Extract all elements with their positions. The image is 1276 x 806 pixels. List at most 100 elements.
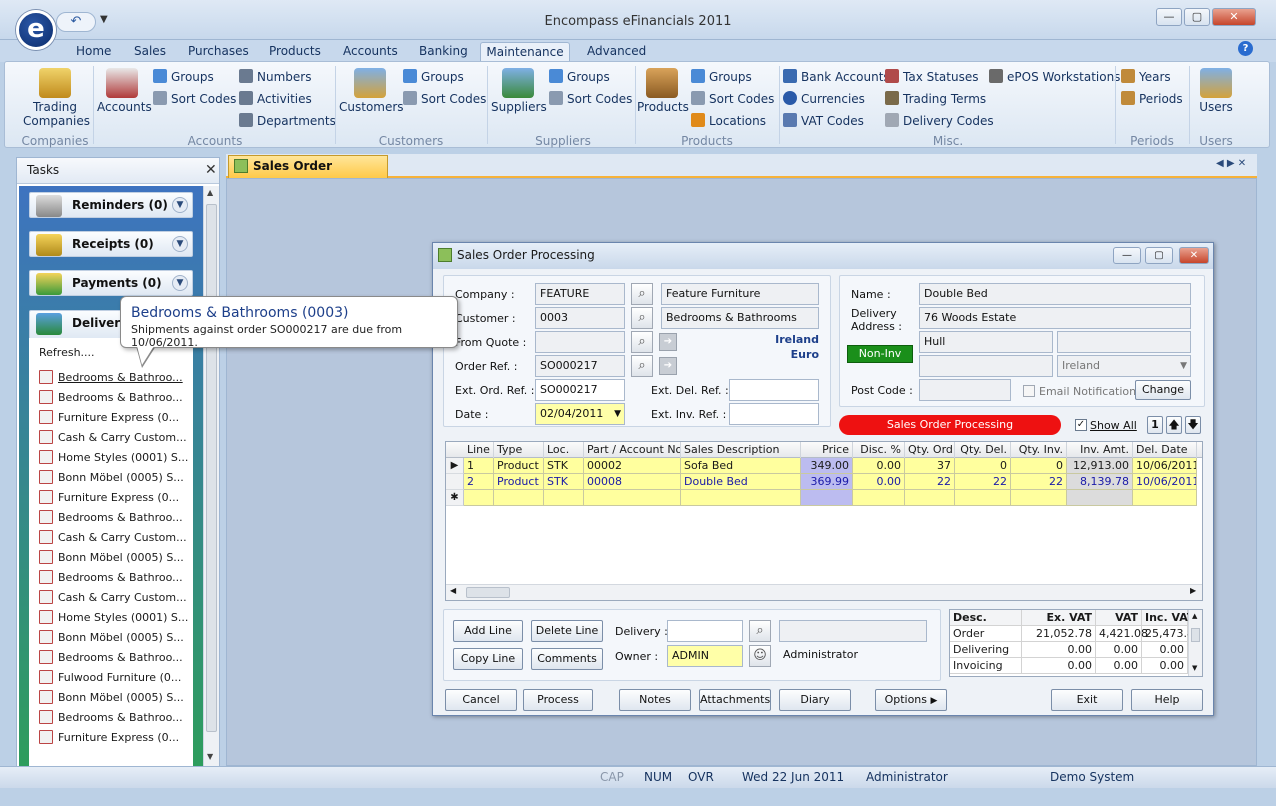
line-number-button[interactable]: 1 [1147,416,1163,434]
supplier-sort-codes-button[interactable]: Sort Codes [549,90,632,108]
scroll-down-icon[interactable]: ▼ [207,752,213,761]
receipts-header[interactable]: Receipts (0) ▼ [29,231,193,257]
chevron-down-icon[interactable]: ▼ [1180,356,1187,376]
payments-header[interactable]: Payments (0) ▼ [29,270,193,296]
tab-sales-order-processing[interactable]: Sales Order Processing [228,155,388,194]
customer-sort-codes-button[interactable]: Sort Codes [403,90,486,108]
cell-qty-invoiced[interactable] [1011,490,1067,506]
cell-invoice-amount[interactable] [1067,490,1133,506]
diary-button[interactable]: Diary [779,689,851,711]
cell-qty-delivered[interactable]: 22 [955,474,1011,490]
notes-button[interactable]: Notes [619,689,691,711]
cell-qty-ordered[interactable]: 22 [905,474,955,490]
scroll-left-icon[interactable]: ◀ [450,586,456,595]
chevron-down-icon[interactable]: ▼ [172,197,188,213]
column-header-qty-invoiced[interactable]: Qty. Inv. [1011,442,1067,458]
delivery-item[interactable]: Cash & Carry Custom... [39,528,191,548]
address-line-3-field[interactable] [1057,331,1191,353]
ext-del-ref-field[interactable] [729,379,819,401]
exit-button[interactable]: Exit [1051,689,1123,711]
cell-line[interactable]: 1 [464,458,494,474]
email-notification-checkbox[interactable] [1023,385,1035,397]
tab-products[interactable]: Products [265,42,325,62]
help-icon[interactable]: ? [1238,41,1253,56]
copy-line-button[interactable]: Copy Line [453,648,523,670]
row-selector[interactable]: ✱ [446,490,464,506]
chevron-down-icon[interactable]: ▼ [172,275,188,291]
ext-inv-ref-field[interactable] [729,403,819,425]
column-header-delivery-date[interactable]: Del. Date [1133,442,1197,458]
vat-codes-button[interactable]: VAT Codes [783,112,864,130]
row-selector[interactable] [446,474,464,490]
tab-accounts[interactable]: Accounts [339,42,402,62]
bank-accounts-button[interactable]: Bank Accounts [783,68,890,86]
refresh-link[interactable]: Refresh.... [39,346,95,359]
totals-scroll-thumb[interactable] [1191,628,1200,642]
address-line-1-field[interactable]: 76 Woods Estate [919,307,1191,329]
cell-price[interactable]: 369.99 [801,474,853,490]
delivery-item[interactable]: Bedrooms & Bathroo... [39,648,191,668]
delivery-lookup-icon[interactable]: ⌕ [749,620,771,642]
column-header-type[interactable]: Type [494,442,544,458]
sop-maximize-button[interactable]: ▢ [1145,247,1173,264]
cell-location[interactable] [544,490,584,506]
account-groups-button[interactable]: Groups [153,68,214,86]
product-sort-codes-button[interactable]: Sort Codes [691,90,774,108]
cell-part-account-no[interactable]: 00008 [584,474,681,490]
cell-line[interactable]: 2 [464,474,494,490]
close-button[interactable]: ✕ [1212,8,1256,26]
suppliers-button[interactable]: Suppliers [491,68,547,114]
date-field[interactable]: 02/04/2011 ▼ [535,403,625,425]
tab-sales[interactable]: Sales [130,42,170,62]
change-button[interactable]: Change [1135,380,1191,400]
move-down-icon[interactable]: 🡇 [1185,416,1201,434]
tasks-close-icon[interactable]: ✕ [205,158,217,182]
column-header-part-account-no[interactable]: Part / Account No. [584,442,681,458]
delivery-item[interactable]: Bedrooms & Bathroo... [39,368,191,388]
epos-workstations-button[interactable]: ePOS Workstations [989,68,1120,86]
new-row[interactable]: ✱ [446,490,1202,506]
post-code-field[interactable] [919,379,1011,401]
name-field[interactable]: Double Bed [919,283,1191,305]
users-button[interactable]: Users [1193,68,1239,114]
locations-button[interactable]: Locations [691,112,766,130]
cell-qty-delivered[interactable] [955,490,1011,506]
tax-statuses-button[interactable]: Tax Statuses [885,68,979,86]
trading-terms-button[interactable]: Trading Terms [885,90,986,108]
cell-price[interactable]: 349.00 [801,458,853,474]
cell-qty-ordered[interactable] [905,490,955,506]
tab-home[interactable]: Home [72,42,115,62]
cell-invoice-amount[interactable]: 12,913.00 [1067,458,1133,474]
delivery-item[interactable]: Fulwood Furniture (0... [39,668,191,688]
cell-line[interactable] [464,490,494,506]
comments-button[interactable]: Comments [531,648,603,670]
row-selector[interactable]: ▶ [446,458,464,474]
from-quote-field[interactable] [535,331,625,353]
company-lookup-icon[interactable]: ⌕ [631,283,653,305]
maximize-button[interactable]: ▢ [1184,8,1210,26]
column-header-location[interactable]: Loc. [544,442,584,458]
customers-button[interactable]: Customers [339,68,404,114]
delivery-item[interactable]: Home Styles (0001) S... [39,448,191,468]
delivery-item[interactable]: Cash & Carry Custom... [39,428,191,448]
tab-scroll-arrows[interactable]: ◀ ▶ ✕ [1216,158,1246,169]
delivery-item[interactable]: Bonn Möbel (0005) S... [39,468,191,488]
cell-sales-description[interactable] [681,490,801,506]
cell-price[interactable] [801,490,853,506]
scroll-up-icon[interactable]: ▲ [207,188,213,197]
app-logo-icon[interactable]: e [16,10,56,50]
product-groups-button[interactable]: Groups [691,68,752,86]
show-all-checkbox[interactable]: ✓ [1075,419,1087,431]
cell-qty-invoiced[interactable]: 0 [1011,458,1067,474]
delivery-item[interactable]: Bedrooms & Bathroo... [39,568,191,588]
delivery-field[interactable] [667,620,743,642]
scroll-right-icon[interactable]: ▶ [1190,586,1196,595]
delete-line-button[interactable]: Delete Line [531,620,603,642]
delivery-item[interactable]: Bedrooms & Bathroo... [39,508,191,528]
numbers-button[interactable]: Numbers [239,68,311,86]
scroll-up-icon[interactable]: ▲ [1192,612,1197,620]
cell-sales-description[interactable]: Double Bed [681,474,801,490]
cell-sales-description[interactable]: Sofa Bed [681,458,801,474]
owner-lookup-icon[interactable]: ☺ [749,645,771,667]
supplier-groups-button[interactable]: Groups [549,68,610,86]
